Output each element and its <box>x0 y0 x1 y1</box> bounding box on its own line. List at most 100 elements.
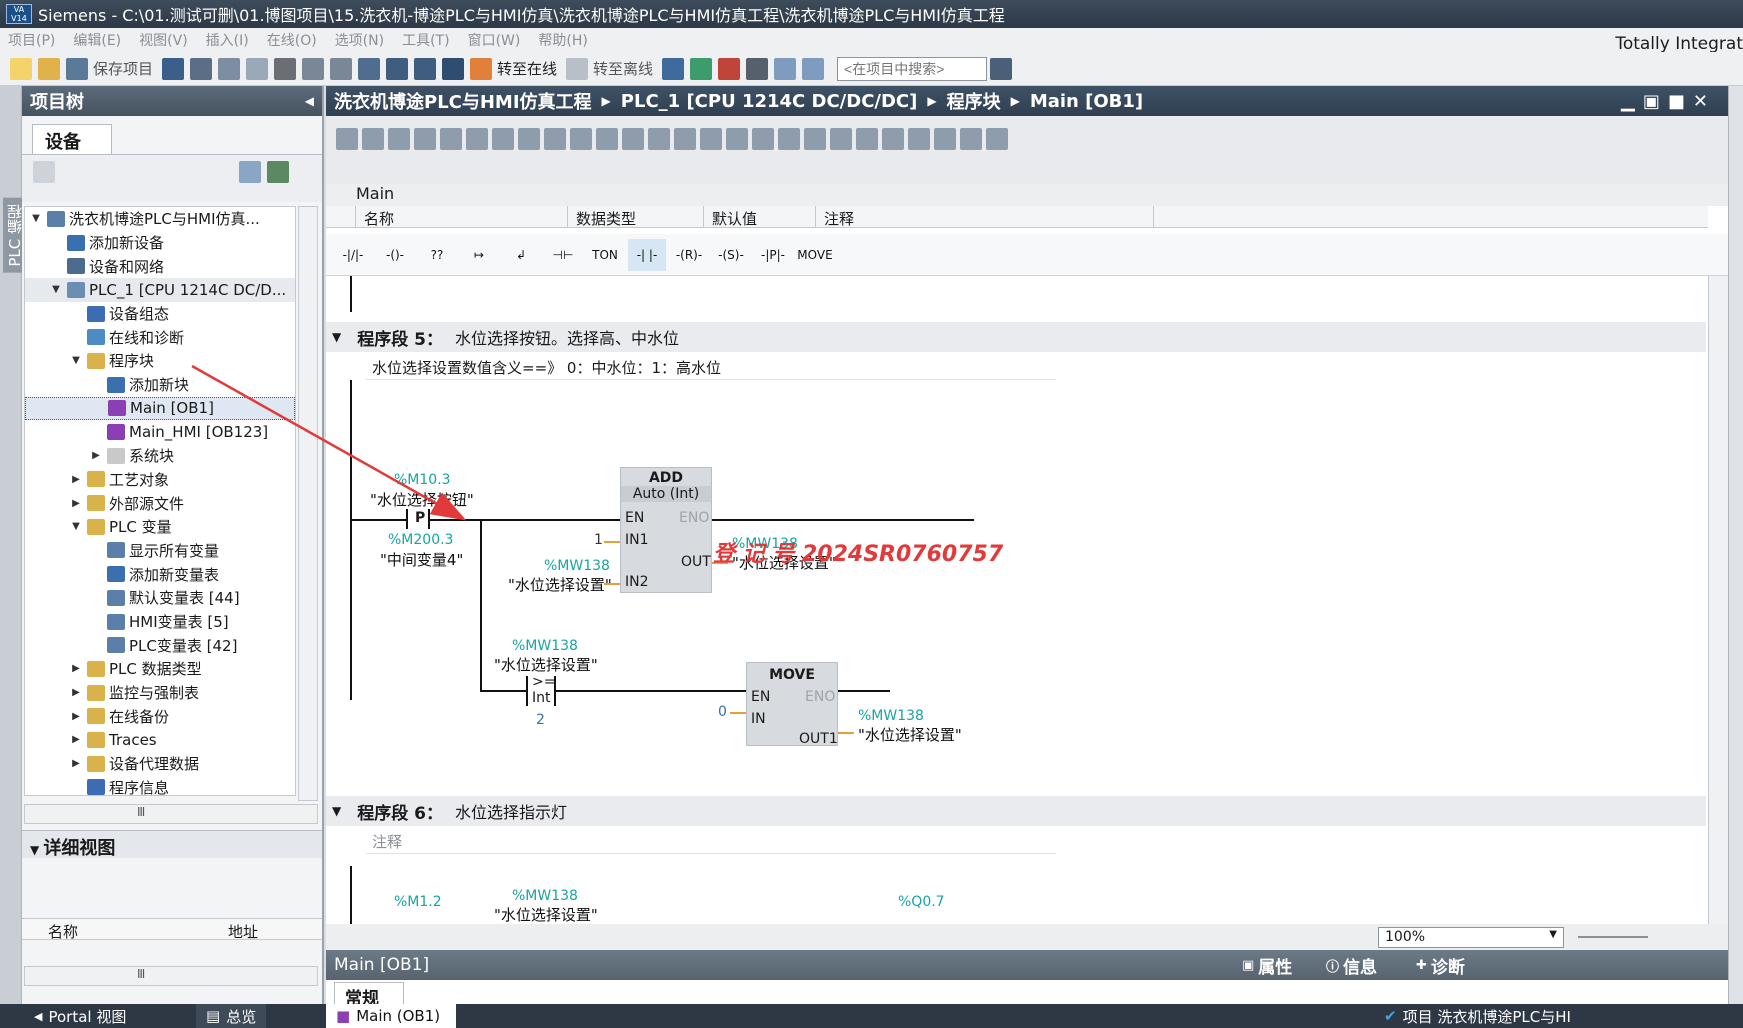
breakpoint-icon[interactable] <box>908 128 930 150</box>
ladder-instruction-button[interactable]: ↦ <box>460 239 498 271</box>
network6-compare-address[interactable]: %MW138 <box>512 888 578 904</box>
zoom-select[interactable]: 100% ▼ <box>1378 927 1564 948</box>
menu-options[interactable]: 选项(N) <box>335 30 384 50</box>
comment-icon[interactable] <box>544 128 566 150</box>
expanded-arrow-icon[interactable]: ▼ <box>69 521 83 532</box>
compare-tag-name[interactable]: "水位选择设置" <box>494 654 598 675</box>
network6-coil-address[interactable]: %Q0.7 <box>898 894 945 910</box>
tree-item[interactable]: ▶ Traces <box>25 728 295 752</box>
breadcrumb-plc[interactable]: PLC_1 [CPU 1214C DC/DC/DC] <box>621 91 918 112</box>
favorites-icon[interactable] <box>518 128 540 150</box>
split-vertical-icon[interactable] <box>802 57 825 80</box>
general-tab[interactable]: 常规 <box>334 982 404 1009</box>
iface-col-name[interactable]: 名称 <box>356 206 568 228</box>
search-icon[interactable] <box>990 57 1013 80</box>
zoom-slider[interactable] <box>1578 936 1648 938</box>
cross-reference-icon[interactable] <box>746 57 769 80</box>
ladder-instruction-button[interactable]: -|P|- <box>754 239 792 271</box>
split-horizontal-icon[interactable] <box>774 57 797 80</box>
stop-cpu-icon[interactable] <box>718 57 741 80</box>
trace-icon[interactable] <box>934 128 956 150</box>
new-group-icon[interactable] <box>33 161 55 183</box>
breadcrumb-main[interactable]: Main [OB1] <box>1030 91 1143 112</box>
project-search-input[interactable] <box>837 56 988 81</box>
tree-item[interactable]: ▼ PLC_1 [CPU 1214C DC/D... <box>25 278 295 302</box>
collapse-icon[interactable] <box>596 128 618 150</box>
tree-item[interactable]: 默认变量表 [44] <box>25 586 295 610</box>
tree-item[interactable]: ▶ 设备代理数据 <box>25 752 295 776</box>
tree-item[interactable]: PLC变量表 [42] <box>25 633 295 657</box>
ladder-instruction-button[interactable]: TON <box>586 239 624 271</box>
edge-memory-name[interactable]: "中间变量4" <box>380 549 463 570</box>
accessible-devices-icon[interactable] <box>662 57 685 80</box>
compare-icon[interactable] <box>752 128 774 150</box>
insert-row-icon[interactable] <box>388 128 410 150</box>
tree-item[interactable]: Main [OB1] <box>25 396 295 421</box>
network6-header[interactable]: ▼ 程序段 6： 水位选择指示灯 <box>326 796 1706 826</box>
tree-item[interactable]: ▶ 外部源文件 <box>25 491 295 515</box>
watch-icon[interactable] <box>882 128 904 150</box>
tree-item[interactable]: ▶ 在线备份 <box>25 704 295 728</box>
open-project-icon[interactable] <box>38 57 60 80</box>
ladder-instruction-button[interactable]: -|/|- <box>334 239 372 271</box>
block-call-icon[interactable] <box>778 128 800 150</box>
menu-edit[interactable]: 编辑(E) <box>73 30 121 50</box>
menu-project[interactable]: 项目(P) <box>8 30 55 50</box>
move-instruction[interactable]: MOVE EN ENO IN OUT1 <box>746 662 838 747</box>
tree-item[interactable]: 程序信息 <box>25 776 295 795</box>
tree-item[interactable]: 添加新设备 <box>25 231 295 255</box>
go-offline-icon[interactable] <box>566 57 589 80</box>
iface-col-default[interactable]: 默认值 <box>704 206 816 228</box>
collapsed-arrow-icon[interactable]: ▶ <box>69 758 83 769</box>
detail-horizontal-scrollbar[interactable]: Ⅲ <box>24 966 318 986</box>
tree-item[interactable]: 添加新变量表 <box>25 562 295 586</box>
expanded-arrow-icon[interactable]: ▼ <box>49 284 63 295</box>
copy-icon[interactable] <box>218 57 241 80</box>
network6-contact-address[interactable]: %M1.2 <box>394 894 442 910</box>
tree-item[interactable]: 设备和网络 <box>25 254 295 278</box>
monitor-icon[interactable] <box>648 128 670 150</box>
tree-item[interactable]: 在线和诊断 <box>25 325 295 349</box>
ladder-instruction-button[interactable]: ⊣⊢ <box>544 239 582 271</box>
update-call-icon[interactable] <box>726 128 748 150</box>
ladder-instruction-button[interactable]: -()- <box>376 239 414 271</box>
menu-online[interactable]: 在线(O) <box>267 30 317 50</box>
refresh-icon[interactable] <box>267 161 289 183</box>
insert-network-icon[interactable] <box>336 128 358 150</box>
add-type[interactable]: Auto (Int) <box>621 486 711 502</box>
network6-comment[interactable]: 注释 <box>366 828 1056 854</box>
tree-item[interactable]: Main_HMI [OB123] <box>25 420 295 444</box>
block-interface-header[interactable]: Main <box>326 184 1728 206</box>
download-icon[interactable] <box>386 57 409 80</box>
ladder-instruction-button[interactable]: -(S)- <box>712 239 750 271</box>
portal-view-button[interactable]: ◀ Portal 视图 <box>34 1004 126 1028</box>
collapse-network-icon[interactable]: ▼ <box>332 804 341 818</box>
copy-network-icon[interactable] <box>440 128 462 150</box>
add-instruction[interactable]: ADD Auto (Int) EN ENO IN1 IN2 OUT <box>620 467 712 593</box>
tree-horizontal-scrollbar[interactable]: Ⅲ <box>24 804 318 824</box>
breadcrumb-project[interactable]: 洗衣机博途PLC与HMI仿真工程 <box>334 88 592 114</box>
ladder-instruction-button[interactable]: MOVE <box>796 239 834 271</box>
cut-icon[interactable] <box>190 57 213 80</box>
tree-item[interactable]: 添加新块 <box>25 373 295 397</box>
settings-icon[interactable] <box>960 128 982 150</box>
compare-type[interactable]: Int <box>532 690 551 706</box>
collapsed-arrow-icon[interactable]: ▶ <box>69 498 83 509</box>
upload-icon[interactable] <box>414 57 437 80</box>
add-row-icon[interactable] <box>414 128 436 150</box>
collapsed-arrow-icon[interactable]: ▶ <box>69 663 83 674</box>
tree-item[interactable]: ▶ PLC 数据类型 <box>25 657 295 681</box>
edge-memory-address[interactable]: %M200.3 <box>388 532 453 548</box>
devices-tab[interactable]: 设备 <box>32 124 112 154</box>
network5-header[interactable]: ▼ 程序段 5： 水位选择按钮。选择高、中水位 <box>326 322 1706 352</box>
collapsed-arrow-icon[interactable]: ▶ <box>69 734 83 745</box>
online-icon[interactable] <box>986 128 1008 150</box>
add-in1-value[interactable]: 1 <box>594 532 603 548</box>
window-controls-icon[interactable]: ▁▣■✕ <box>1621 91 1716 112</box>
collapsed-arrow-icon[interactable]: ▶ <box>69 474 83 485</box>
collapse-panel-icon[interactable]: ◀ <box>305 94 314 108</box>
detail-view-header[interactable]: ▼ 详细视图 <box>22 830 322 859</box>
overview-tab[interactable]: ▤ 总览 <box>196 1004 267 1028</box>
menu-insert[interactable]: 插入(I) <box>206 30 249 50</box>
properties-tab[interactable]: ▣ 属性 <box>1242 954 1292 978</box>
